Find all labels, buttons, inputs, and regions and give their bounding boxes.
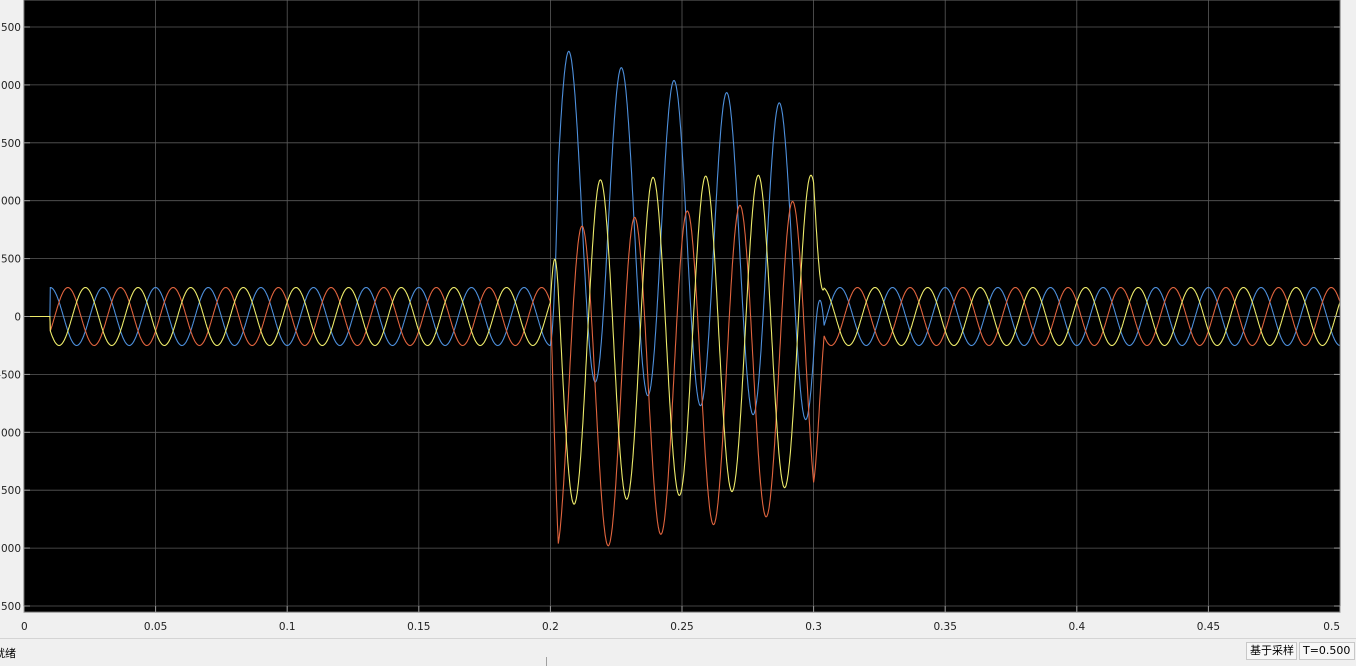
time-indicator: T=0.500 bbox=[1299, 642, 1355, 660]
x-tick-label: 0.2 bbox=[542, 621, 559, 633]
x-tick-label: 0.25 bbox=[670, 621, 693, 633]
y-tick-label: 0 bbox=[14, 312, 21, 324]
status-ready-text: 就绪 bbox=[0, 647, 16, 660]
x-tick-label: 0.35 bbox=[934, 621, 957, 633]
x-tick-label: 0.1 bbox=[279, 621, 296, 633]
x-tick-label: 0.4 bbox=[1068, 621, 1085, 633]
y-tick-label: -1000 bbox=[0, 427, 21, 439]
y-tick-label: -500 bbox=[0, 369, 21, 381]
y-tick-label: 1500 bbox=[0, 138, 21, 150]
status-bar: 就绪 基于采样 T=0.500 bbox=[0, 638, 1356, 666]
y-tick-label: 2000 bbox=[0, 80, 21, 92]
x-tick-label: 0.15 bbox=[407, 621, 430, 633]
scope-window: 0 0.05 0.1 0.15 0.2 0.25 0.3 0.35 0.4 0.45 0.5 2500… bbox=[0, 0, 1356, 638]
x-tick-label: 0.5 bbox=[1323, 621, 1340, 633]
y-tick-label: -1500 bbox=[0, 485, 21, 497]
sample-based-indicator[interactable]: 基于采样 bbox=[1246, 642, 1297, 660]
x-tick-label: 0.45 bbox=[1197, 621, 1220, 633]
x-tick-label: 0 bbox=[21, 621, 28, 633]
y-tick-label: 1000 bbox=[0, 196, 21, 208]
y-tick-label: -2500 bbox=[0, 601, 21, 613]
y-tick-label: 500 bbox=[1, 254, 21, 266]
y-tick-label: -2000 bbox=[0, 543, 21, 555]
y-tick-label: 2500 bbox=[0, 22, 21, 34]
signal-plot[interactable]: 0 0.05 0.1 0.15 0.2 0.25 0.3 0.35 0.4 0.45 0.5 2500… bbox=[0, 0, 1356, 638]
x-tick-label: 0.3 bbox=[805, 621, 822, 633]
x-tick-label: 0.05 bbox=[144, 621, 167, 633]
